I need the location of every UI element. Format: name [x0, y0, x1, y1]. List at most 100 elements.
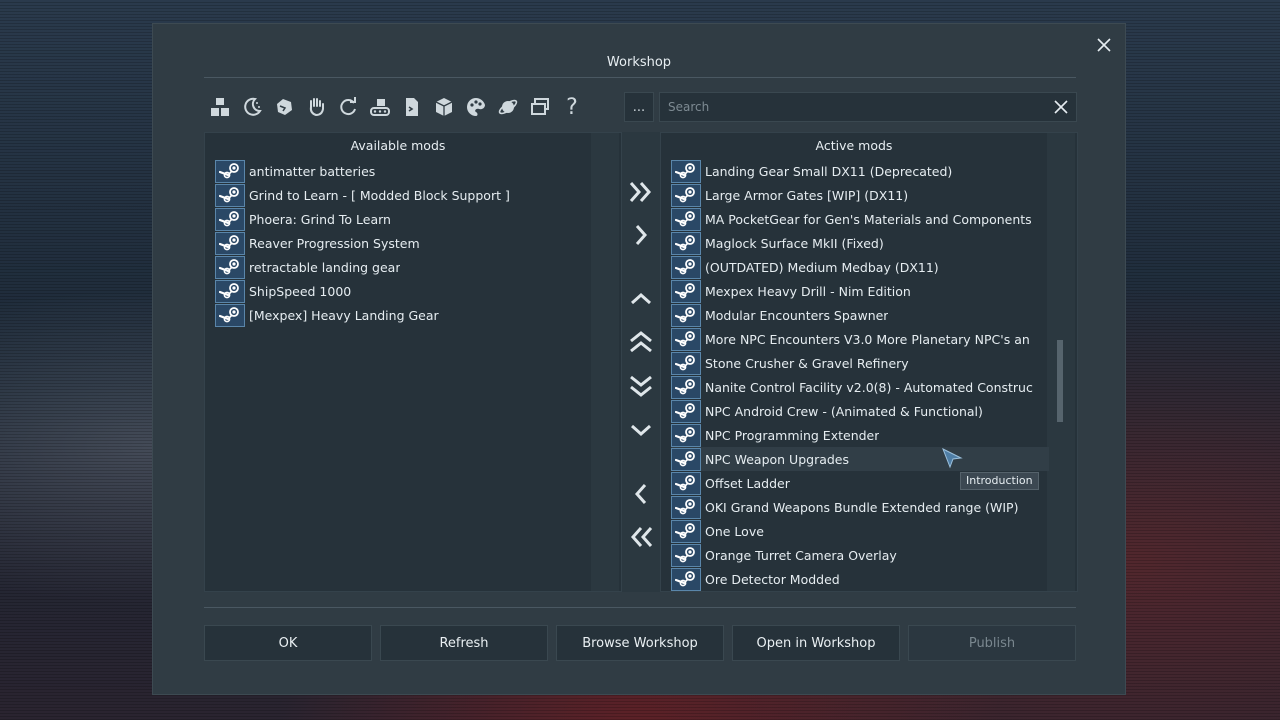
steam-icon [215, 255, 245, 279]
list-item[interactable]: Stone Crusher & Gravel Refinery [671, 351, 1049, 375]
filter-windows-button[interactable] [524, 92, 556, 122]
list-item[interactable]: NPC Android Crew - (Animated & Functiona… [671, 399, 1049, 423]
filter-refresh-button[interactable] [332, 92, 364, 122]
mod-name-label: NPC Weapon Upgrades [705, 451, 850, 467]
steam-icon [215, 207, 245, 231]
list-item[interactable]: Landing Gear Small DX11 (Deprecated) [671, 159, 1049, 183]
publish-button[interactable]: Publish [908, 625, 1076, 661]
add-all-button[interactable] [622, 172, 660, 212]
list-item[interactable]: Reaver Progression System [215, 231, 593, 255]
refresh-button[interactable]: Refresh [380, 625, 548, 661]
chevron-up-icon [631, 292, 651, 305]
list-item[interactable]: One Love [671, 519, 1049, 543]
clear-icon [1054, 100, 1068, 114]
list-item[interactable]: Large Armor Gates [WIP] (DX11) [671, 183, 1049, 207]
filter-asteroid-button[interactable] [268, 92, 300, 122]
list-item[interactable]: (OUTDATED) Medium Medbay (DX11) [671, 255, 1049, 279]
mod-name-label: NPC Programming Extender [705, 427, 880, 443]
list-item[interactable]: Orange Turret Camera Overlay [671, 543, 1049, 567]
steam-icon [671, 375, 701, 399]
refresh-icon [340, 97, 356, 116]
mod-name-label: Orange Turret Camera Overlay [705, 547, 897, 563]
filter-palette-button[interactable] [460, 92, 492, 122]
filter-planet-button[interactable] [492, 92, 524, 122]
list-item[interactable]: NPC Weapon Upgrades [671, 447, 1049, 471]
filter-crate-button[interactable] [428, 92, 460, 122]
ok-button[interactable]: OK [204, 625, 372, 661]
transfer-controls [622, 132, 660, 592]
help-button[interactable]: ? [556, 92, 588, 122]
mod-name-label: Offset Ladder [705, 475, 790, 491]
footer-divider [204, 607, 1076, 608]
filter-moon-button[interactable] [236, 92, 268, 122]
available-scroll-track[interactable] [591, 133, 619, 591]
steam-icon [671, 519, 701, 543]
steam-icon [215, 303, 245, 327]
steam-icon [671, 471, 701, 495]
close-button[interactable] [1093, 34, 1115, 56]
double-chevron-right-icon [629, 182, 652, 202]
list-item[interactable]: Modular Encounters Spawner [671, 303, 1049, 327]
more-options-button[interactable]: ... [624, 92, 654, 122]
list-item[interactable]: [Mexpex] Heavy Landing Gear [215, 303, 593, 327]
move-up-button[interactable] [622, 279, 660, 319]
remove-all-button[interactable] [622, 517, 660, 557]
list-item[interactable]: MA PocketGear for Gen's Materials and Co… [671, 207, 1049, 231]
search-input[interactable] [660, 93, 1040, 121]
steam-icon [671, 183, 701, 207]
script-icon [406, 98, 418, 116]
mod-name-label: More NPC Encounters V3.0 More Planetary … [705, 331, 1030, 347]
active-mods-panel: Active mods Landing Gear Small DX11 (Dep… [660, 132, 1078, 592]
add-button[interactable] [622, 215, 660, 255]
filter-blocks-button[interactable] [204, 92, 236, 122]
steam-icon [671, 231, 701, 255]
list-item[interactable]: Nanite Control Facility v2.0(8) - Automa… [671, 375, 1049, 399]
mod-name-label: antimatter batteries [249, 163, 376, 179]
double-chevron-down-icon [630, 375, 652, 397]
chevron-down-icon [631, 424, 651, 437]
mod-name-label: Large Armor Gates [WIP] (DX11) [705, 187, 909, 203]
list-item[interactable]: retractable landing gear [215, 255, 593, 279]
list-item[interactable]: Mexpex Heavy Drill - Nim Edition [671, 279, 1049, 303]
list-item[interactable]: ShipSpeed 1000 [215, 279, 593, 303]
mod-name-label: ShipSpeed 1000 [249, 283, 352, 299]
mod-name-label: Grind to Learn - [ Modded Block Support … [249, 187, 510, 203]
move-down-button[interactable] [622, 410, 660, 450]
chevron-left-icon [634, 484, 647, 504]
steam-icon [671, 543, 701, 567]
remove-button[interactable] [622, 474, 660, 514]
steam-icon [215, 279, 245, 303]
mod-name-label: Nanite Control Facility v2.0(8) - Automa… [705, 379, 1033, 395]
list-item[interactable]: More NPC Encounters V3.0 More Planetary … [671, 327, 1049, 351]
browse-workshop-button[interactable]: Browse Workshop [556, 625, 724, 661]
list-item[interactable]: Phoera: Grind To Learn [215, 207, 593, 231]
search-clear-button[interactable] [1052, 98, 1070, 116]
crate-icon [435, 98, 453, 116]
move-top-button[interactable] [622, 322, 660, 362]
search-box [659, 92, 1077, 122]
list-item[interactable]: Maglock Surface MkII (Fixed) [671, 231, 1049, 255]
list-item[interactable]: NPC Programming Extender [671, 423, 1049, 447]
mod-name-label: OKI Grand Weapons Bundle Extended range … [705, 499, 1019, 515]
list-item[interactable]: antimatter batteries [215, 159, 593, 183]
list-item[interactable]: Grind to Learn - [ Modded Block Support … [215, 183, 593, 207]
filter-conveyor-button[interactable] [364, 92, 396, 122]
open-in-workshop-button[interactable]: Open in Workshop [732, 625, 900, 661]
mod-name-label: Modular Encounters Spawner [705, 307, 889, 323]
mod-name-label: MA PocketGear for Gen's Materials and Co… [705, 211, 1032, 227]
filter-script-button[interactable] [396, 92, 428, 122]
steam-icon [215, 183, 245, 207]
steam-icon [215, 231, 245, 255]
mod-name-label: retractable landing gear [249, 259, 401, 275]
mod-name-label: NPC Android Crew - (Animated & Functiona… [705, 403, 983, 419]
active-mods-header: Active mods [815, 138, 893, 153]
filter-hand-button[interactable] [300, 92, 332, 122]
mod-name-label: Landing Gear Small DX11 (Deprecated) [705, 163, 953, 179]
move-bottom-button[interactable] [622, 366, 660, 406]
conveyor-icon [370, 99, 390, 116]
list-item[interactable]: Ore Detector Modded [671, 567, 1049, 591]
steam-icon [671, 423, 701, 447]
list-item[interactable]: OKI Grand Weapons Bundle Extended range … [671, 495, 1049, 519]
steam-icon [215, 159, 245, 183]
active-scroll-thumb[interactable] [1057, 340, 1063, 422]
